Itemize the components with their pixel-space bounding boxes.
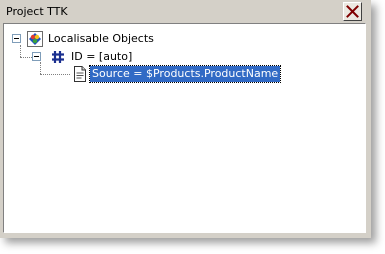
tree-item-id[interactable]: ID = [auto] (4, 49, 304, 66)
document-icon (74, 66, 86, 82)
close-icon (346, 5, 359, 18)
tree-item-label-selected: Source = $Products.ProductName (88, 65, 282, 83)
project-panel: Project TTK Localisable Objects ID = [au… (0, 0, 371, 238)
collapse-icon[interactable] (12, 34, 21, 43)
tree-item-localisable-objects[interactable]: Localisable Objects (4, 31, 304, 48)
panel-title: Project TTK (6, 5, 68, 18)
close-button[interactable] (343, 2, 362, 21)
tree-item-source[interactable]: Source = $Products.ProductName (4, 65, 304, 83)
hash-icon (52, 51, 64, 63)
tree-item-label: ID = [auto] (71, 50, 133, 63)
localisable-objects-icon (27, 31, 43, 47)
collapse-icon[interactable] (32, 52, 41, 61)
tree-view[interactable]: Localisable Objects ID = [auto] Source =… (3, 23, 366, 233)
tree-item-label: Localisable Objects (48, 32, 154, 45)
title-bar: Project TTK (0, 0, 371, 23)
